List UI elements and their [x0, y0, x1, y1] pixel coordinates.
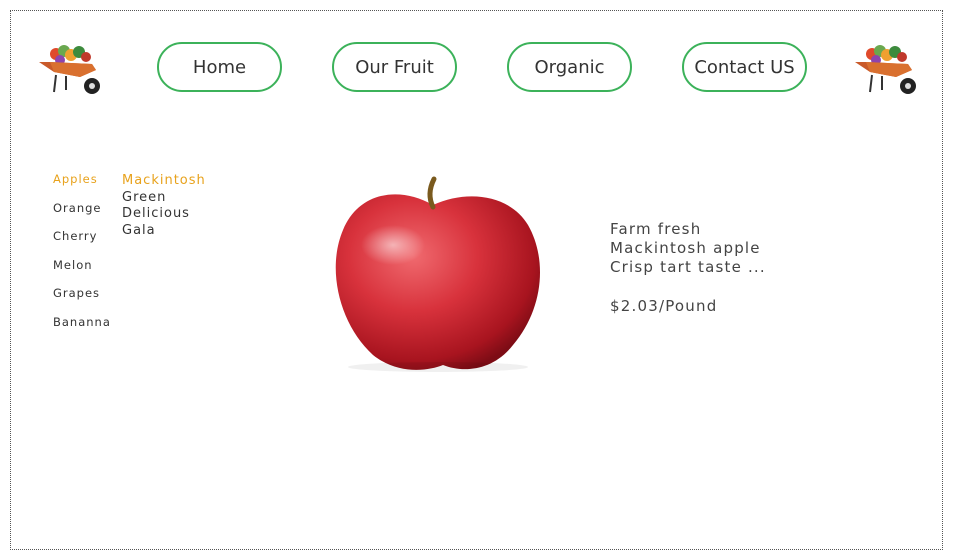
- wheelbarrow-logo-icon: [39, 45, 100, 94]
- apple-variety-list: Mackintosh Green Delicious Gala: [122, 173, 206, 239]
- product-desc-line2: Mackintosh apple: [610, 239, 761, 257]
- fruit-item-apples[interactable]: Apples: [53, 172, 111, 201]
- variety-item-green[interactable]: Green: [122, 190, 206, 207]
- nav-contact-label: Contact US: [694, 56, 795, 78]
- fruit-item-orange[interactable]: Orange: [53, 201, 111, 230]
- nav-organic-label: Organic: [534, 56, 605, 78]
- fruit-category-list: Apples Orange Cherry Melon Grapes Banann…: [53, 172, 111, 343]
- product-price: $2.03/Pound: [610, 297, 718, 315]
- nav-organic-button[interactable]: Organic: [507, 42, 632, 92]
- nav-home-label: Home: [192, 56, 247, 78]
- variety-item-mackintosh[interactable]: Mackintosh: [122, 173, 206, 190]
- product-desc-line3: Crisp tart taste ...: [610, 258, 766, 276]
- variety-item-gala[interactable]: Gala: [122, 223, 206, 240]
- nav-our-fruit-button[interactable]: Our Fruit: [332, 42, 457, 92]
- nav-our-fruit-label: Our Fruit: [355, 56, 434, 78]
- red-apple-image: [248, 175, 553, 373]
- nav-contact-button[interactable]: Contact US: [682, 42, 807, 92]
- wheelbarrow-logo-icon: [855, 45, 916, 94]
- fruit-item-melon[interactable]: Melon: [53, 258, 111, 287]
- fruit-item-cherry[interactable]: Cherry: [53, 229, 111, 258]
- fruit-item-bananna[interactable]: Bananna: [53, 315, 111, 344]
- product-description: Farm fresh Mackintosh apple Crisp tart t…: [610, 220, 766, 277]
- fruit-item-grapes[interactable]: Grapes: [53, 286, 111, 315]
- nav-home-button[interactable]: Home: [157, 42, 282, 92]
- variety-item-delicious[interactable]: Delicious: [122, 206, 206, 223]
- product-desc-line1: Farm fresh: [610, 220, 702, 238]
